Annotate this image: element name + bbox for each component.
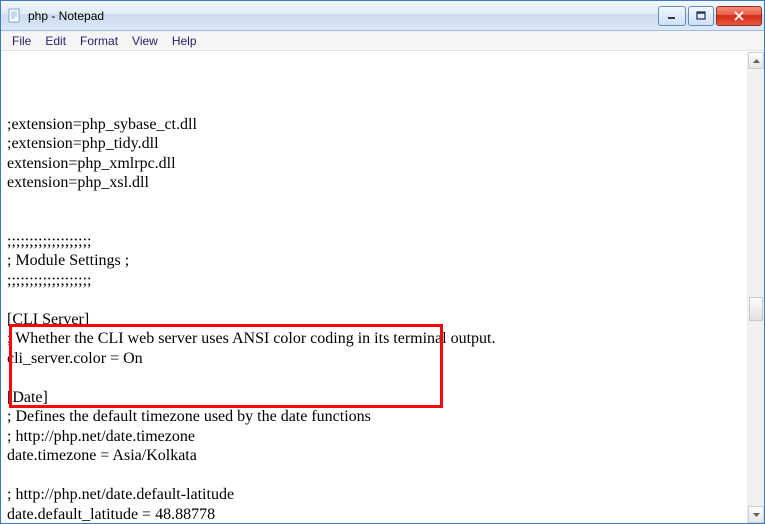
notepad-window: php - Notepad File Edit Format View Help: [0, 0, 765, 524]
minimize-icon: [667, 11, 677, 21]
text-line: cli_server.color = On: [7, 349, 747, 369]
text-line: [7, 368, 747, 388]
text-line: ;extension=php_tidy.dll: [7, 134, 747, 154]
text-line: ; Defines the default timezone used by t…: [7, 407, 747, 427]
text-line: ;extension=php_sybase_ct.dll: [7, 115, 747, 135]
app-icon: [7, 8, 23, 24]
text-line: extension=php_xsl.dll: [7, 173, 747, 193]
scroll-track[interactable]: [748, 69, 764, 506]
text-line: extension=php_xmlrpc.dll: [7, 154, 747, 174]
scroll-down-button[interactable]: [748, 506, 764, 523]
text-line: ;;;;;;;;;;;;;;;;;;;: [7, 232, 747, 252]
chevron-up-icon: [753, 59, 760, 63]
minimize-button[interactable]: [658, 6, 686, 26]
text-line: [7, 193, 747, 213]
scroll-thumb[interactable]: [749, 297, 763, 321]
menu-view[interactable]: View: [125, 32, 165, 50]
window-title: php - Notepad: [28, 9, 656, 23]
scroll-up-button[interactable]: [748, 52, 764, 69]
vertical-scrollbar[interactable]: [747, 52, 764, 523]
text-line: ; http://php.net/date.timezone: [7, 427, 747, 447]
text-line: ;;;;;;;;;;;;;;;;;;;: [7, 271, 747, 291]
client-area: ;extension=php_sybase_ct.dll;extension=p…: [1, 51, 764, 523]
text-line: ; Whether the CLI web server uses ANSI c…: [7, 329, 747, 349]
menu-help[interactable]: Help: [165, 32, 204, 50]
menu-bar: File Edit Format View Help: [1, 31, 764, 51]
text-line: date.default_latitude = 48.88778: [7, 505, 747, 523]
text-line: [7, 212, 747, 232]
close-icon: [733, 11, 745, 21]
maximize-icon: [696, 11, 706, 21]
text-line: [7, 466, 747, 486]
text-line: [CLI Server]: [7, 310, 747, 330]
text-line: ; Module Settings ;: [7, 251, 747, 271]
menu-file[interactable]: File: [5, 32, 38, 50]
text-line: date.timezone = Asia/Kolkata: [7, 446, 747, 466]
window-controls: [656, 6, 762, 26]
title-bar[interactable]: php - Notepad: [1, 1, 764, 31]
maximize-button[interactable]: [688, 6, 714, 26]
close-button[interactable]: [716, 6, 762, 26]
chevron-down-icon: [753, 513, 760, 517]
text-line: [Date]: [7, 388, 747, 408]
text-line: [7, 290, 747, 310]
menu-edit[interactable]: Edit: [38, 32, 73, 50]
menu-format[interactable]: Format: [73, 32, 125, 50]
text-editor[interactable]: ;extension=php_sybase_ct.dll;extension=p…: [1, 52, 747, 523]
text-line: ; http://php.net/date.default-latitude: [7, 485, 747, 505]
